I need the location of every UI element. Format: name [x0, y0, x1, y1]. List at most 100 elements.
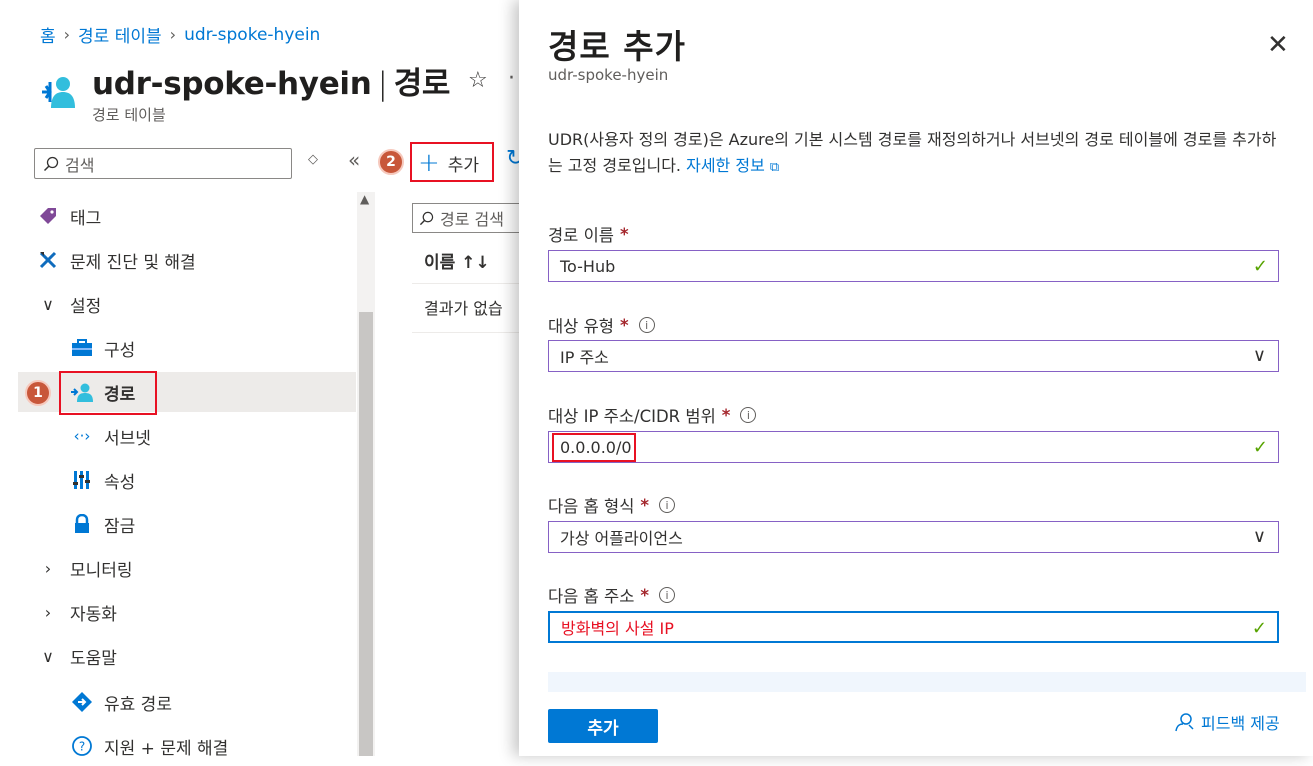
page-subtitle: 경로 테이블 [92, 106, 166, 124]
scroll-up-icon[interactable]: ▲ [360, 192, 369, 206]
chevron-right-icon: › [44, 602, 52, 622]
required-mark: * [640, 585, 650, 605]
next-hop-address-input[interactable]: 방화벽의 사설 IP ✓ [548, 611, 1279, 643]
chevron-right-icon: › [44, 558, 52, 578]
lock-icon [70, 512, 94, 536]
sidebar-item-locks[interactable]: 잠금 [18, 504, 356, 544]
panel-title: 경로 추가 [548, 27, 686, 66]
search-icon [419, 211, 434, 225]
info-icon[interactable]: i [659, 497, 676, 513]
sidebar-group-help[interactable]: ∨ 도움말 [18, 636, 356, 676]
properties-icon [70, 468, 94, 492]
add-route-panel: 경로 추가 udr-spoke-hyein ✕ UDR(사용자 정의 경로)은 … [519, 0, 1313, 756]
sidebar-item-label: 구성 [104, 340, 136, 361]
sidebar-item-label: 잠금 [104, 516, 136, 537]
more-options-icon[interactable]: · [508, 66, 515, 91]
dest-type-select[interactable]: IP 주소 ∨ [548, 340, 1279, 372]
sidebar-search-placeholder: 검색 [65, 155, 95, 175]
next-hop-type-label-text: 다음 홉 형식 [548, 497, 635, 516]
route-search-placeholder: 경로 검색 [440, 210, 504, 229]
sidebar-item-label: 속성 [104, 472, 136, 493]
next-hop-address-label-text: 다음 홉 주소 [548, 587, 635, 606]
dest-ip-input[interactable]: 0.0.0.0/0 ✓ [548, 431, 1279, 463]
page-title: udr-spoke-hyein | 경로 [92, 58, 450, 103]
sidebar-item-support[interactable]: ? 지원 + 문제 해결 [18, 726, 356, 766]
subnet-icon: ‹·› [73, 427, 91, 445]
sidebar-item-label: 지원 + 문제 해결 [104, 738, 229, 759]
chevron-down-icon: ∨ [42, 646, 54, 666]
dest-ip-label-text: 대상 IP 주소/CIDR 범위 [548, 407, 716, 426]
breadcrumb-current[interactable]: udr-spoke-hyein [184, 25, 320, 45]
row-divider [412, 332, 532, 333]
sidebar-scrollbar-thumb[interactable] [359, 312, 373, 756]
info-icon[interactable]: i [659, 587, 676, 603]
sidebar-search-input[interactable]: 검색 [34, 148, 292, 179]
empty-result-text: 결과가 없습 [424, 299, 503, 318]
highlight-box-routes [59, 371, 157, 415]
sort-toggle-icon[interactable]: ◇ [308, 152, 318, 167]
svg-text:?: ? [79, 740, 85, 754]
dest-type-value: IP 주소 [560, 348, 609, 367]
chevron-right-icon: › [169, 25, 177, 44]
route-name-input[interactable]: To-Hub ✓ [548, 250, 1279, 282]
column-header-name[interactable]: 이름 ↑↓ [424, 248, 490, 273]
sidebar-item-properties[interactable]: 속성 [18, 460, 356, 500]
feedback-label: 피드백 제공 [1201, 714, 1280, 733]
step-badge-2: 2 [378, 149, 404, 175]
next-hop-address-value: 방화벽의 사설 IP [561, 619, 674, 638]
sidebar-item-label: 서브넷 [104, 428, 151, 449]
required-mark: * [619, 224, 629, 244]
panel-description: UDR(사용자 정의 경로)은 Azure의 기본 시스템 경로를 재정의하거나… [548, 127, 1278, 181]
sidebar-item-label: 유효 경로 [104, 694, 172, 715]
sidebar-item-label: 도움말 [70, 648, 117, 669]
breadcrumb-route-tables[interactable]: 경로 테이블 [78, 22, 162, 47]
route-table-icon [42, 77, 75, 108]
sidebar-item-label: 모니터링 [70, 560, 133, 581]
sidebar-item-subnets[interactable]: ‹·› 서브넷 [18, 416, 356, 456]
header-divider [412, 283, 532, 284]
next-hop-type-label: 다음 홉 형식 * i [548, 493, 676, 517]
check-icon: ✓ [1251, 618, 1267, 639]
chevron-down-icon: ∨ [1252, 345, 1266, 366]
info-strip [548, 672, 1306, 692]
breadcrumb-home[interactable]: 홈 [40, 22, 56, 47]
required-mark: * [640, 495, 650, 515]
sidebar-item-label: 태그 [70, 208, 102, 229]
route-name-label-text: 경로 이름 [548, 226, 614, 245]
description-text: UDR(사용자 정의 경로)은 Azure의 기본 시스템 경로를 재정의하거나… [548, 130, 1277, 175]
close-icon[interactable]: ✕ [1267, 30, 1289, 60]
sidebar-item-label: 자동화 [70, 604, 117, 625]
breadcrumb: 홈 › 경로 테이블 › udr-spoke-hyein [40, 22, 320, 48]
next-hop-type-select[interactable]: 가상 어플라이언스 ∨ [548, 521, 1279, 553]
collapse-menu-icon[interactable]: « [348, 148, 360, 172]
effective-routes-icon [70, 690, 94, 714]
dest-ip-label: 대상 IP 주소/CIDR 범위 * i [548, 403, 757, 427]
dest-type-label-text: 대상 유형 [548, 317, 614, 336]
sidebar-item-tags[interactable]: 태그 [18, 196, 356, 236]
sidebar-item-diagnose[interactable]: 문제 진단 및 해결 [18, 240, 356, 280]
feedback-link[interactable]: 피드백 제공 [1175, 710, 1280, 734]
required-mark: * [619, 315, 629, 335]
route-name-label: 경로 이름 * [548, 222, 629, 246]
learn-more-link[interactable]: 자세한 정보 [686, 156, 765, 175]
sidebar-group-settings[interactable]: ∨ 설정 [18, 284, 356, 324]
chevron-down-icon: ∨ [1252, 526, 1266, 547]
sidebar-group-monitoring[interactable]: › 모니터링 [18, 548, 356, 588]
search-icon [43, 156, 59, 171]
sidebar-group-automation[interactable]: › 자동화 [18, 592, 356, 632]
check-icon: ✓ [1252, 437, 1268, 458]
route-name-value: To-Hub [560, 256, 616, 276]
route-search-input[interactable]: 경로 검색 [412, 203, 532, 233]
external-link-icon: ⧉ [769, 160, 780, 175]
info-icon[interactable]: i [740, 407, 757, 423]
chevron-right-icon: › [63, 25, 71, 44]
favorite-star-icon[interactable]: ☆ [468, 68, 488, 93]
sidebar-item-configuration[interactable]: 구성 [18, 328, 356, 368]
info-icon[interactable]: i [638, 317, 655, 333]
title-divider: | [377, 66, 388, 102]
chevron-down-icon: ∨ [42, 294, 54, 314]
panel-subtitle: udr-spoke-hyein [548, 66, 669, 84]
required-mark: * [721, 405, 731, 425]
submit-add-button[interactable]: 추가 [548, 709, 658, 743]
sidebar-item-effective-routes[interactable]: 유효 경로 [18, 682, 356, 722]
